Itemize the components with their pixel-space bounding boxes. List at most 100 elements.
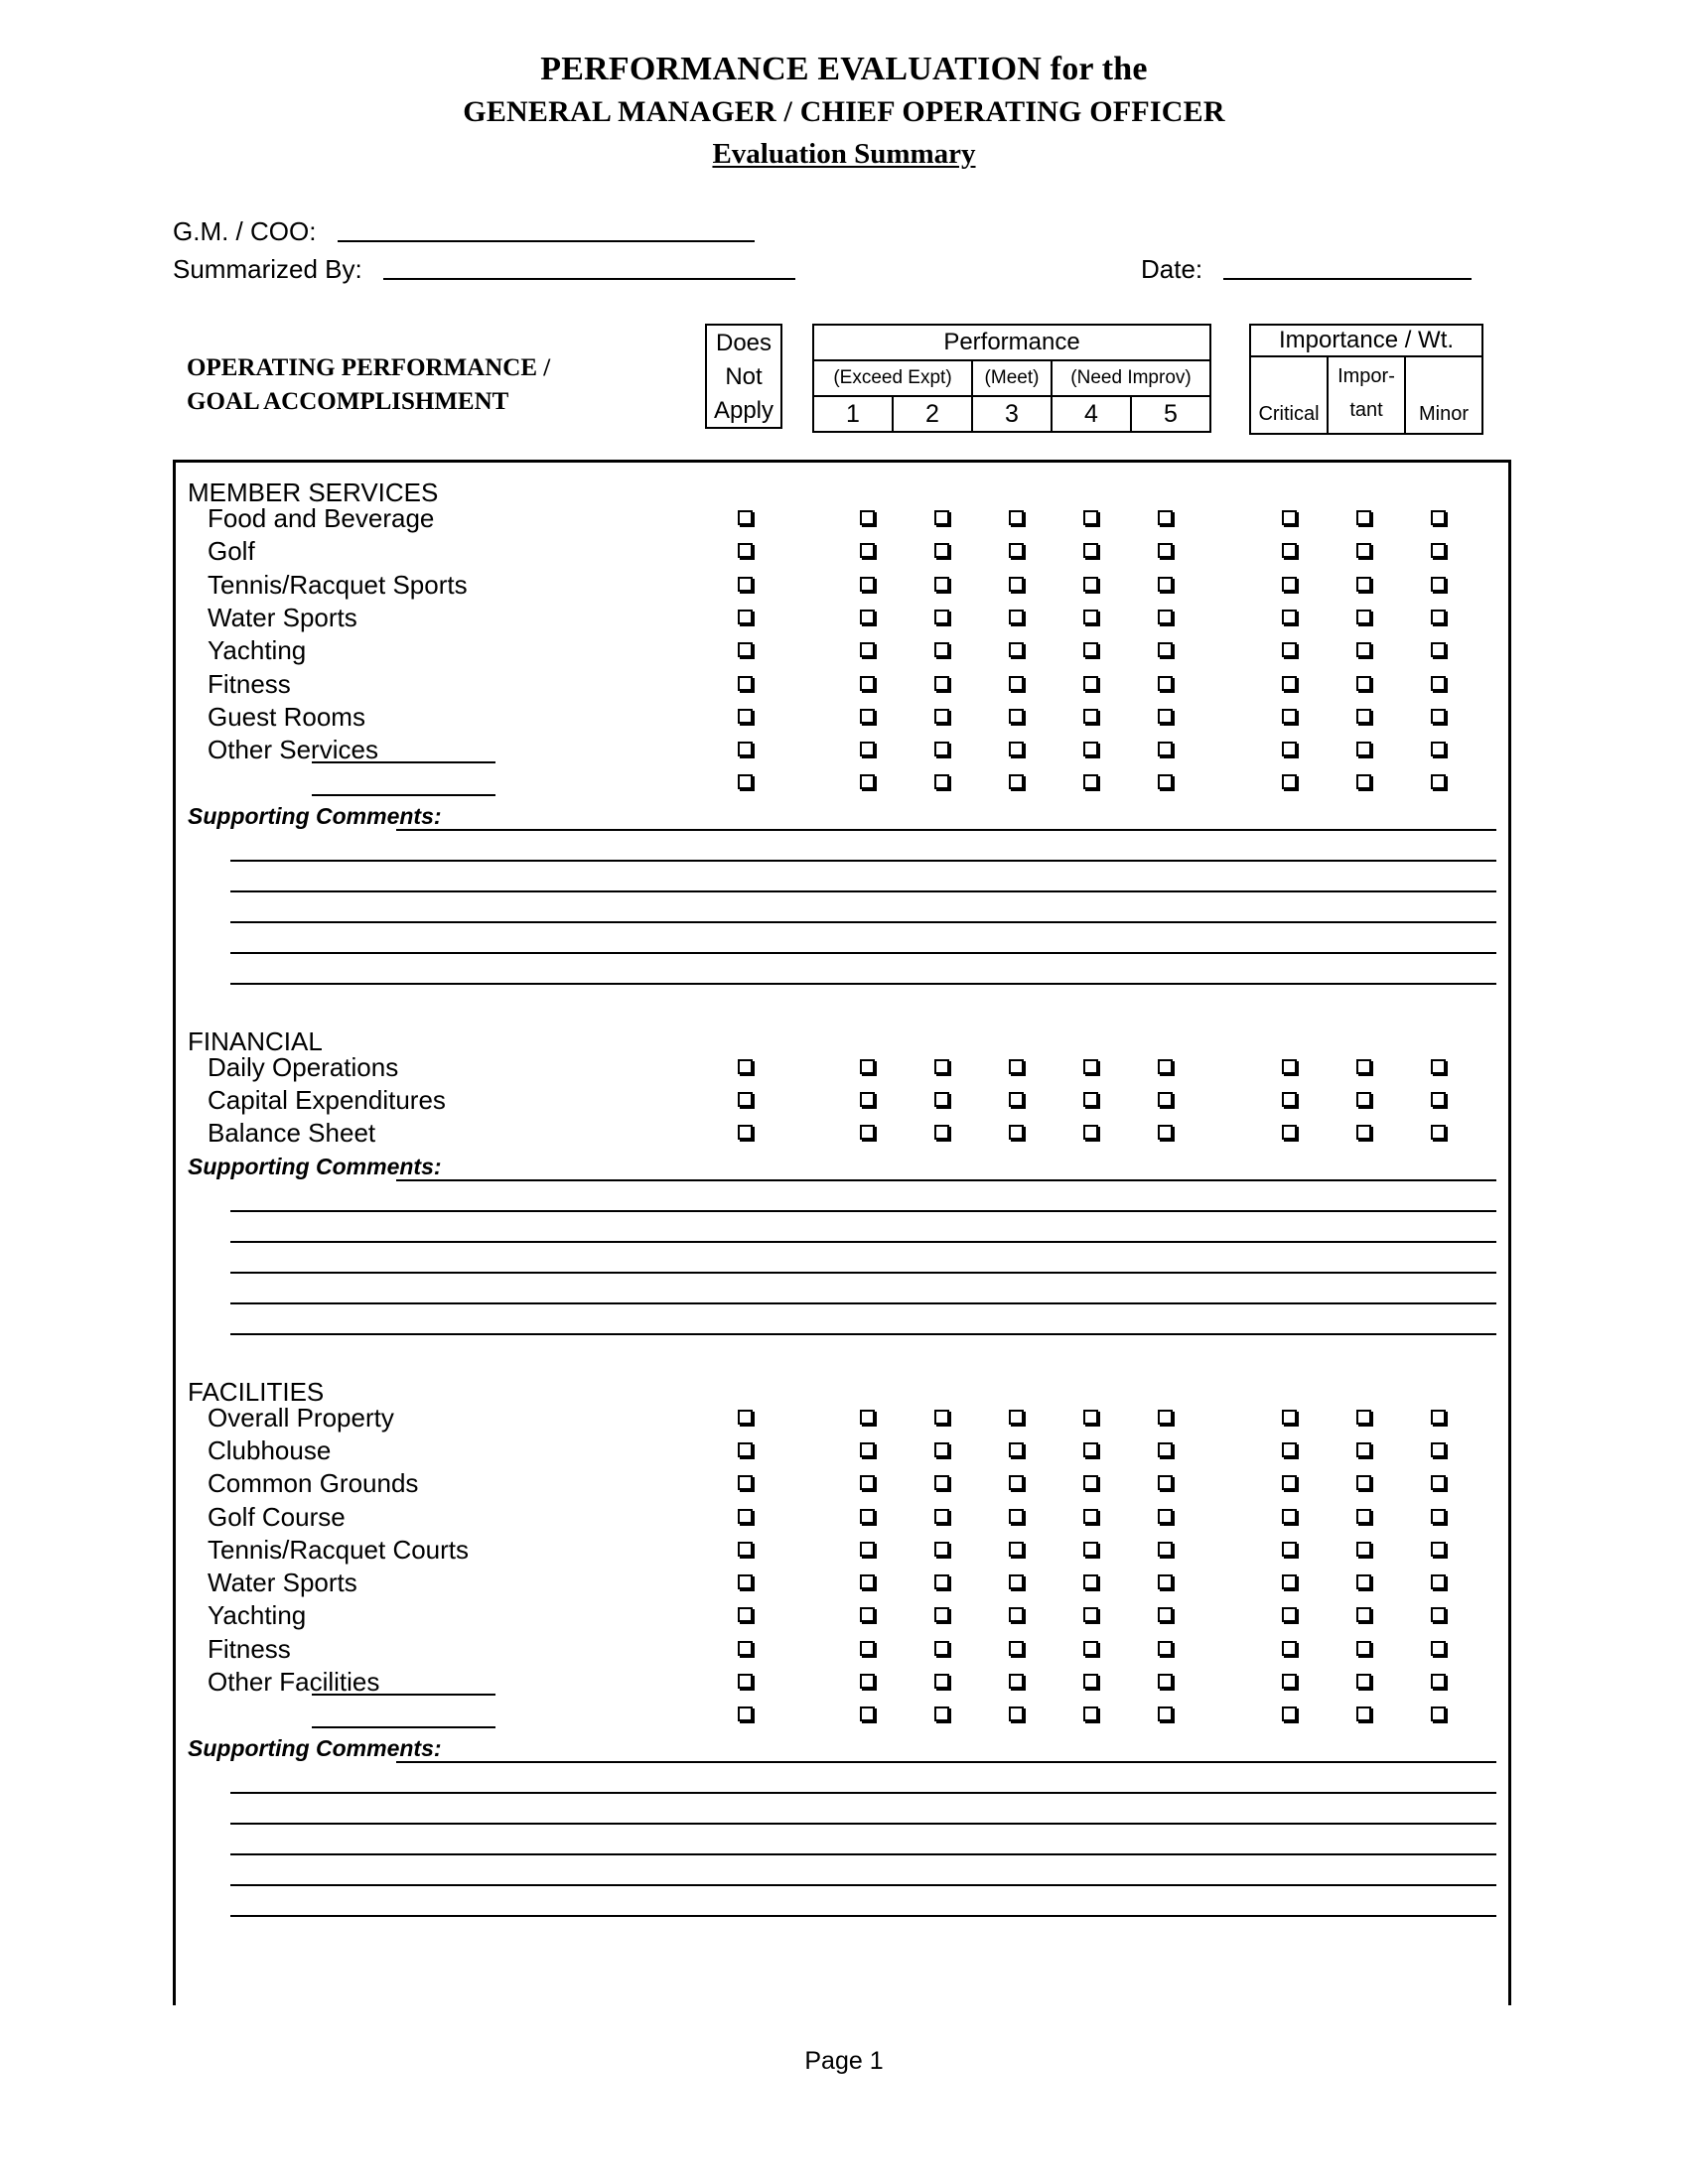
rating-checkbox[interactable]	[934, 576, 949, 592]
rating-checkbox[interactable]	[934, 1125, 949, 1141]
rating-checkbox[interactable]	[1282, 576, 1297, 592]
rating-checkbox[interactable]	[1158, 708, 1173, 724]
rating-checkbox[interactable]	[1009, 609, 1024, 624]
rating-checkbox[interactable]	[1431, 708, 1446, 724]
rating-checkbox[interactable]	[738, 1541, 753, 1557]
rating-checkbox[interactable]	[860, 543, 875, 559]
rating-checkbox[interactable]	[1282, 1475, 1297, 1491]
rating-checkbox[interactable]	[1158, 1706, 1173, 1722]
rating-checkbox[interactable]	[1083, 543, 1098, 559]
rating-checkbox[interactable]	[860, 774, 875, 790]
rating-checkbox[interactable]	[934, 1475, 949, 1491]
rating-checkbox[interactable]	[1009, 543, 1024, 559]
rating-checkbox[interactable]	[1158, 774, 1173, 790]
rating-checkbox[interactable]	[860, 1092, 875, 1107]
rating-checkbox[interactable]	[738, 543, 753, 559]
rating-checkbox[interactable]	[1083, 1092, 1098, 1107]
rating-checkbox[interactable]	[934, 1574, 949, 1590]
rating-checkbox[interactable]	[1009, 1409, 1024, 1425]
rating-checkbox[interactable]	[860, 1441, 875, 1457]
supporting-comments-input[interactable]	[230, 920, 1496, 923]
rating-checkbox[interactable]	[1009, 1706, 1024, 1722]
rating-checkbox[interactable]	[860, 576, 875, 592]
rating-checkbox[interactable]	[738, 1058, 753, 1074]
rating-checkbox[interactable]	[934, 1508, 949, 1524]
rating-checkbox[interactable]	[1083, 576, 1098, 592]
rating-checkbox[interactable]	[1356, 675, 1371, 691]
rating-checkbox[interactable]	[1356, 1441, 1371, 1457]
rating-checkbox[interactable]	[860, 609, 875, 624]
rating-checkbox[interactable]	[1431, 742, 1446, 757]
rating-checkbox[interactable]	[738, 1706, 753, 1722]
rating-checkbox[interactable]	[1431, 1674, 1446, 1689]
rating-checkbox[interactable]	[1009, 1607, 1024, 1623]
rating-checkbox[interactable]	[1356, 1058, 1371, 1074]
rating-checkbox[interactable]	[860, 1706, 875, 1722]
rating-checkbox[interactable]	[1431, 510, 1446, 525]
rating-checkbox[interactable]	[1356, 1541, 1371, 1557]
rating-checkbox[interactable]	[1158, 1125, 1173, 1141]
rating-checkbox[interactable]	[1356, 1125, 1371, 1141]
rating-checkbox[interactable]	[1158, 1092, 1173, 1107]
rating-checkbox[interactable]	[1083, 1674, 1098, 1689]
rating-checkbox[interactable]	[934, 1541, 949, 1557]
rating-checkbox[interactable]	[1158, 642, 1173, 658]
rating-checkbox[interactable]	[860, 510, 875, 525]
rating-checkbox[interactable]	[1431, 675, 1446, 691]
rating-checkbox[interactable]	[860, 1607, 875, 1623]
rating-checkbox[interactable]	[934, 1607, 949, 1623]
rating-checkbox[interactable]	[1158, 1674, 1173, 1689]
rating-checkbox[interactable]	[1356, 742, 1371, 757]
supporting-comments-input[interactable]	[230, 951, 1496, 954]
rating-checkbox[interactable]	[1083, 510, 1098, 525]
rating-checkbox[interactable]	[934, 1092, 949, 1107]
rating-checkbox[interactable]	[1356, 1640, 1371, 1656]
rating-checkbox[interactable]	[1431, 1541, 1446, 1557]
rating-checkbox[interactable]	[1158, 1475, 1173, 1491]
supporting-comments-input[interactable]	[230, 1209, 1496, 1212]
rating-checkbox[interactable]	[1282, 1674, 1297, 1689]
rating-checkbox[interactable]	[738, 1125, 753, 1141]
rating-checkbox[interactable]	[738, 1508, 753, 1524]
rating-checkbox[interactable]	[1431, 642, 1446, 658]
rating-checkbox[interactable]	[1083, 609, 1098, 624]
rating-checkbox[interactable]	[738, 1092, 753, 1107]
supporting-comments-input[interactable]	[230, 1914, 1496, 1917]
rating-checkbox[interactable]	[738, 609, 753, 624]
rating-checkbox[interactable]	[1158, 1640, 1173, 1656]
rating-checkbox[interactable]	[1009, 675, 1024, 691]
rating-checkbox[interactable]	[860, 1508, 875, 1524]
rating-checkbox[interactable]	[1009, 1125, 1024, 1141]
rating-checkbox[interactable]	[1083, 774, 1098, 790]
rating-checkbox[interactable]	[1009, 1508, 1024, 1524]
rating-checkbox[interactable]	[1431, 1058, 1446, 1074]
rating-checkbox[interactable]	[1282, 1607, 1297, 1623]
rating-checkbox[interactable]	[860, 1674, 875, 1689]
supporting-comments-input[interactable]	[396, 828, 1496, 831]
rating-checkbox[interactable]	[1282, 543, 1297, 559]
rating-checkbox[interactable]	[1356, 774, 1371, 790]
supporting-comments-input[interactable]	[230, 1271, 1496, 1274]
rating-checkbox[interactable]	[1282, 510, 1297, 525]
rating-checkbox[interactable]	[1431, 1125, 1446, 1141]
rating-checkbox[interactable]	[1431, 1574, 1446, 1590]
rating-checkbox[interactable]	[934, 543, 949, 559]
rating-checkbox[interactable]	[1431, 576, 1446, 592]
rating-checkbox[interactable]	[1282, 1541, 1297, 1557]
rating-checkbox[interactable]	[1356, 642, 1371, 658]
rating-checkbox[interactable]	[1356, 1674, 1371, 1689]
rating-checkbox[interactable]	[934, 1706, 949, 1722]
rating-checkbox[interactable]	[1158, 1058, 1173, 1074]
rating-checkbox[interactable]	[1356, 1508, 1371, 1524]
rating-checkbox[interactable]	[1282, 1441, 1297, 1457]
rating-checkbox[interactable]	[934, 1674, 949, 1689]
other-write-in-input[interactable]	[312, 794, 495, 797]
rating-checkbox[interactable]	[1083, 1058, 1098, 1074]
rating-checkbox[interactable]	[1158, 742, 1173, 757]
rating-checkbox[interactable]	[1009, 1674, 1024, 1689]
gm-coo-input[interactable]	[337, 240, 755, 242]
rating-checkbox[interactable]	[1009, 1574, 1024, 1590]
rating-checkbox[interactable]	[1431, 774, 1446, 790]
rating-checkbox[interactable]	[1158, 543, 1173, 559]
rating-checkbox[interactable]	[1083, 1508, 1098, 1524]
